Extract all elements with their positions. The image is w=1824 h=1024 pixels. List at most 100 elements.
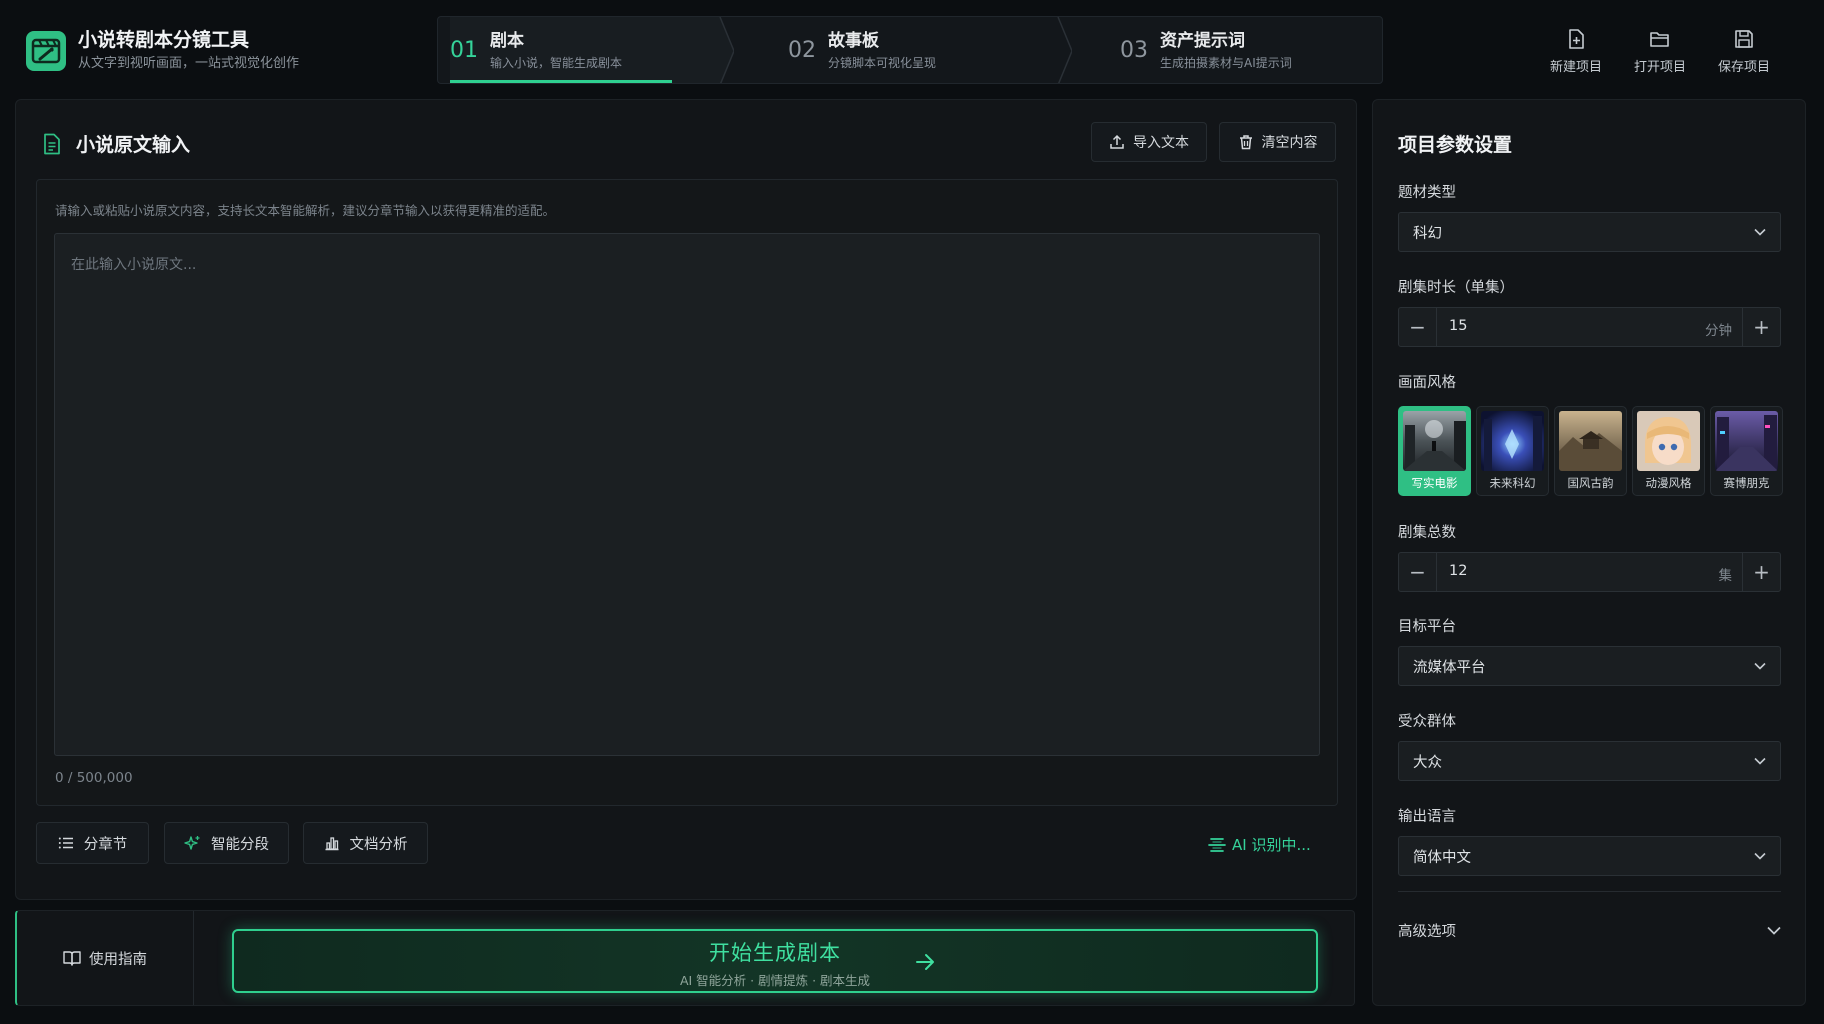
step-title: 剧本 [490,30,524,51]
brand: 小说转剧本分镜工具 从文字到视听画面，一站式视觉化创作 [26,28,299,73]
duration-decrement-button[interactable]: − [1399,308,1437,346]
style-option-cyberpunk[interactable]: 赛博朋克 [1710,406,1783,496]
platform-value: 流媒体平台 [1413,659,1486,676]
action-bar: 使用指南 开始生成剧本 AI 智能分析 · 剧情提炼 · 剧本生成 [15,910,1355,1006]
editor-area: 请输入或粘贴小说原文内容，支持长文本智能解析，建议分章节输入以获得更精准的适配。… [36,179,1338,806]
file-plus-icon [1569,29,1584,49]
genre-label: 题材类型 [1398,185,1456,201]
audience-label: 受众群体 [1398,714,1456,730]
project-settings-panel: 项目参数设置 题材类型 科幻 剧集时长（单集） − 15 分钟 + 画面风格 写… [1372,99,1806,1006]
settings-title: 项目参数设置 [1398,134,1513,156]
duration-increment-button[interactable]: + [1742,308,1780,346]
style-option-sci-fi[interactable]: 未来科幻 [1476,406,1549,496]
chevron-down-icon [1754,228,1766,236]
style-label: 画面风格 [1398,375,1456,391]
style-option-label: 写实电影 [1411,476,1458,490]
smart-segment-button[interactable]: 智能分段 [164,822,289,864]
step-subtitle: 分镜脚本可视化呈现 [828,55,937,70]
advanced-options-toggle[interactable]: 高级选项 [1398,915,1781,945]
character-counter: 0 / 500,000 [55,770,133,786]
style-option-chinese-ancient[interactable]: 国风古韵 [1554,406,1627,496]
style-option-label: 国风古韵 [1567,476,1614,490]
app-subtitle: 从文字到视听画面，一站式视觉化创作 [78,56,300,71]
style-option-label: 动漫风格 [1645,476,1692,490]
split-chapters-label: 分章节 [83,836,128,853]
episodes-decrement-button[interactable]: − [1399,553,1437,591]
upload-icon [1110,134,1124,149]
episodes-stepper[interactable]: − 12 集 + [1398,552,1781,592]
chinese-ancient-thumbnail [1559,411,1622,471]
start-generate-script-button[interactable]: 开始生成剧本 AI 智能分析 · 剧情提炼 · 剧本生成 [232,929,1318,993]
step-number: 02 [788,37,816,63]
ai-status-text: AI 识别中... [1232,836,1311,854]
platform-label: 目标平台 [1398,619,1456,635]
card-title: 小说原文输入 [76,134,191,156]
arrow-right-icon [916,954,934,970]
ai-status: AI 识别中... [1208,834,1311,855]
platform-select[interactable]: 流媒体平台 [1398,646,1781,686]
duration-label: 剧集时长（单集） [1398,280,1514,296]
episodes-value: 12 [1449,563,1468,579]
editor-hint: 请输入或粘贴小说原文内容，支持长文本智能解析，建议分章节输入以获得更精准的适配。 [55,203,556,218]
step-asset-prompts[interactable]: 03 资产提示词 生成拍摄素材与AI提示词 [1120,17,1380,83]
new-project-button[interactable]: 新建项目 [1534,28,1618,75]
style-picker: 写实电影 未来科幻 国风古韵 动漫风格 赛博朋克 [1398,406,1783,498]
chevron-down-icon [1767,926,1781,935]
style-option-realistic-film[interactable]: 写实电影 [1398,406,1471,496]
chevron-right-icon [700,17,734,83]
app-header: 小说转剧本分镜工具 从文字到视听画面，一站式视觉化创作 01 剧本 输入小说，智… [0,0,1824,96]
duration-stepper[interactable]: − 15 分钟 + [1398,307,1781,347]
document-icon [44,133,60,154]
card-header: 小说原文输入 [42,130,190,157]
language-select[interactable]: 简体中文 [1398,836,1781,876]
bar-chart-icon [325,837,338,851]
style-option-label: 未来科幻 [1489,476,1536,490]
step-script[interactable]: 01 剧本 输入小说，智能生成剧本 [450,17,720,83]
folder-open-icon [1650,32,1669,47]
sci-fi-thumbnail [1481,411,1544,471]
duration-unit: 分钟 [1705,323,1732,339]
cta-title: 开始生成剧本 [709,941,841,965]
sparkle-icon [184,835,200,850]
style-option-label: 赛博朋克 [1723,476,1770,490]
episodes-increment-button[interactable]: + [1742,553,1780,591]
chevron-right-icon [1057,17,1072,83]
open-project-button[interactable]: 打开项目 [1618,28,1702,75]
step-number: 03 [1120,37,1148,63]
import-text-label: 导入文本 [1133,135,1189,151]
language-label: 输出语言 [1398,809,1456,825]
workflow-steps: 01 剧本 输入小说，智能生成剧本 02 故事板 分镜脚本可视化呈现 03 资产… [437,16,1383,84]
active-step-indicator [450,80,672,83]
step-storyboard[interactable]: 02 故事板 分镜脚本可视化呈现 [788,17,1048,83]
new-project-label: 新建项目 [1549,60,1602,75]
clear-content-button[interactable]: 清空内容 [1219,122,1336,162]
user-guide-label: 使用指南 [89,951,147,968]
app-logo-icon [26,30,66,71]
step-subtitle: 输入小说，智能生成剧本 [490,55,623,70]
chevron-down-icon [1754,662,1766,670]
audience-select[interactable]: 大众 [1398,741,1781,781]
document-analysis-label: 文档分析 [349,836,408,853]
ai-scan-icon [1208,837,1226,852]
app-title: 小说转剧本分镜工具 [78,29,250,51]
project-actions: 新建项目 打开项目 保存项目 [1534,28,1786,75]
list-icon [58,837,73,849]
split-chapters-button[interactable]: 分章节 [36,822,149,864]
book-open-icon [63,951,81,966]
advanced-options-label: 高级选项 [1398,923,1456,940]
chevron-down-icon [1754,852,1766,860]
section-divider [1398,891,1781,892]
anime-thumbnail [1637,411,1700,471]
novel-input-card: 小说原文输入 导入文本 清空内容 请输入或粘贴小说原文内容，支持长文本智能解析，… [15,99,1357,900]
trash-icon [1239,135,1252,150]
document-analysis-button[interactable]: 文档分析 [303,822,428,864]
style-option-anime[interactable]: 动漫风格 [1632,406,1705,496]
import-text-button[interactable]: 导入文本 [1091,122,1207,162]
save-project-button[interactable]: 保存项目 [1702,28,1786,75]
genre-select[interactable]: 科幻 [1398,212,1781,252]
step-title: 资产提示词 [1160,30,1245,51]
novel-text-input[interactable] [54,233,1320,756]
save-icon [1735,30,1753,48]
user-guide-button[interactable]: 使用指南 [17,911,194,1005]
realistic-film-thumbnail [1403,411,1466,471]
